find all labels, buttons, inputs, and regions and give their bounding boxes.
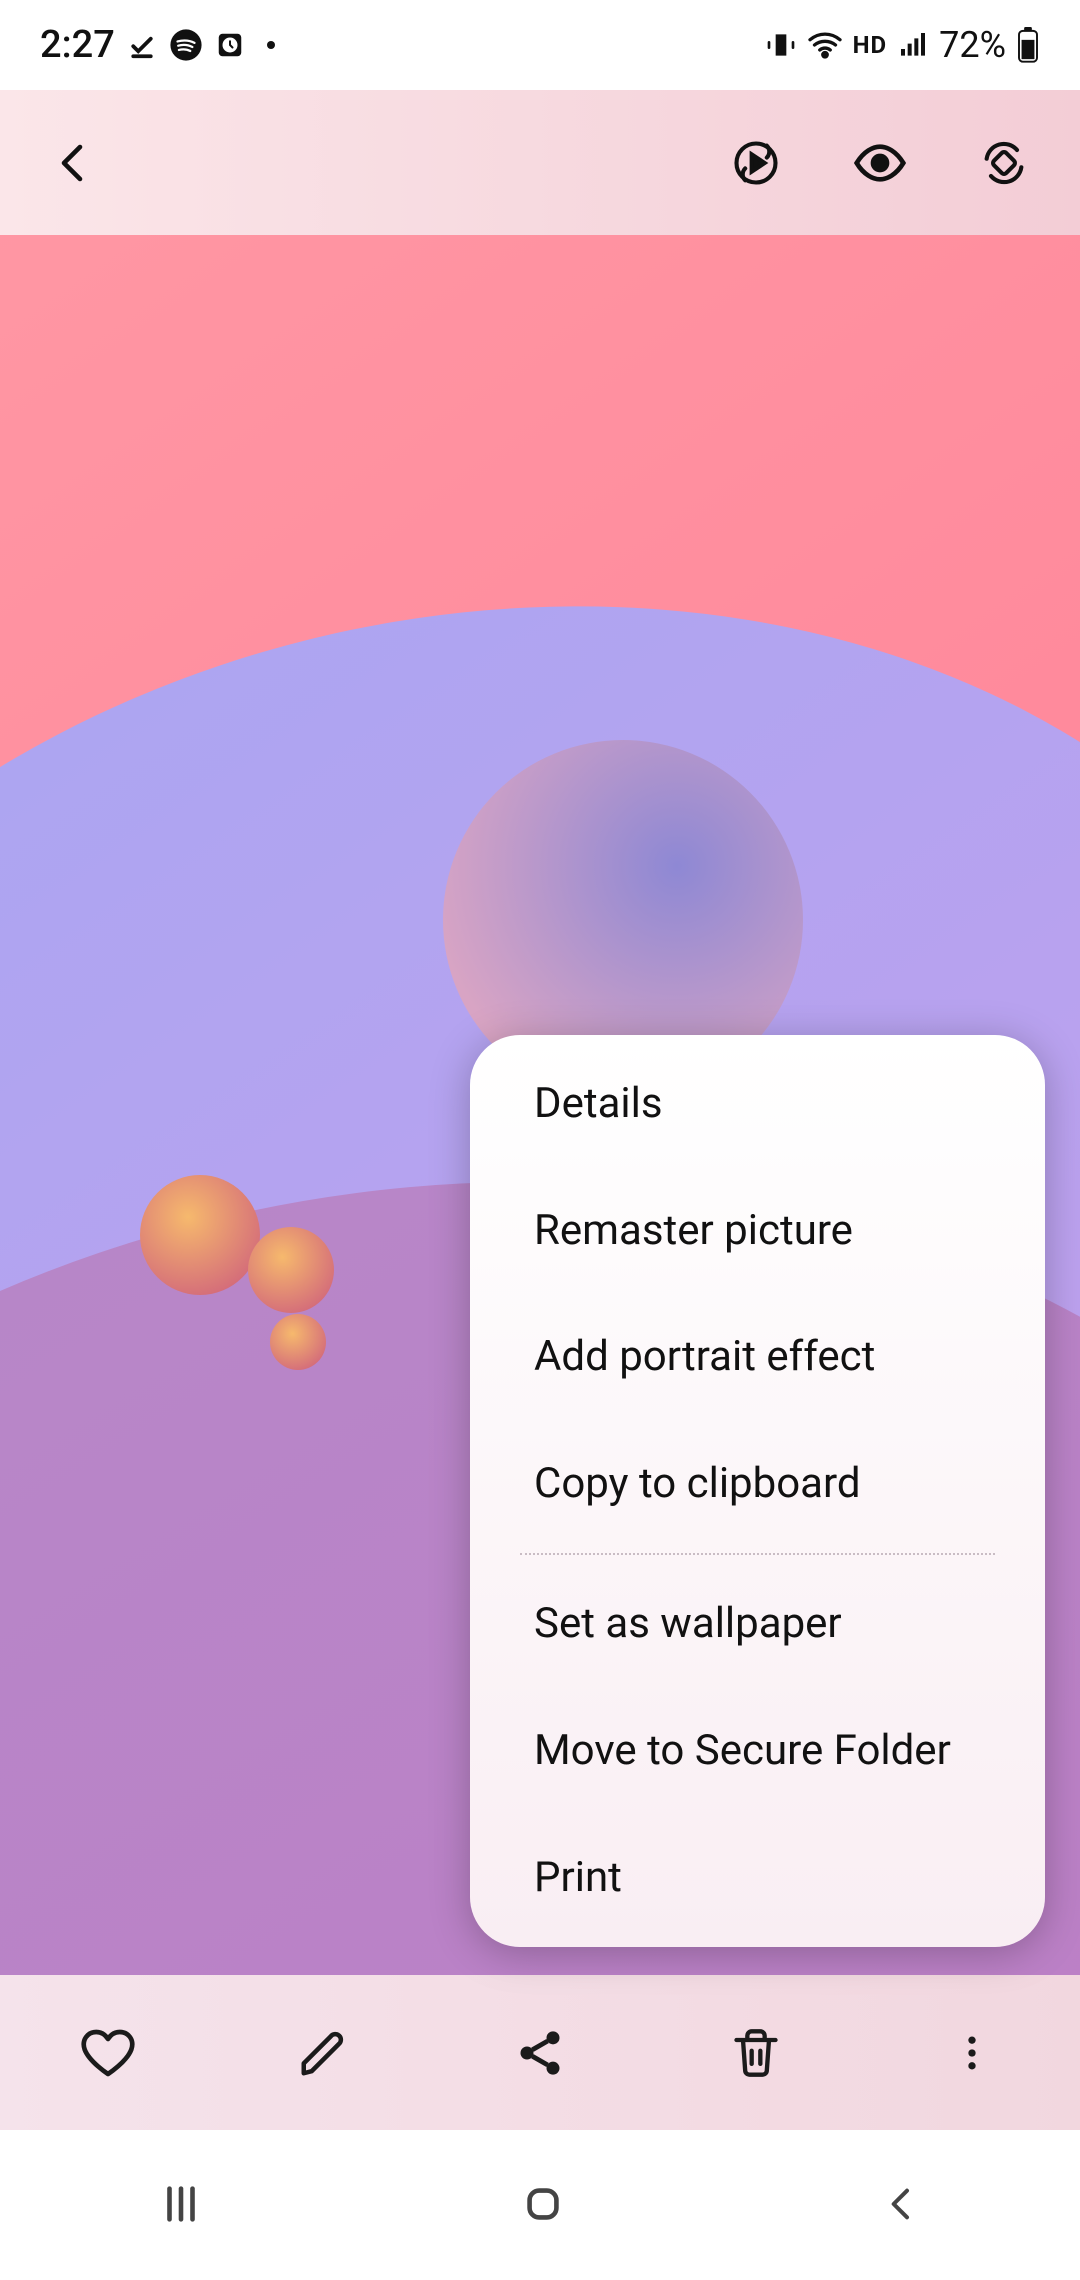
recents-button[interactable] [108,2165,254,2246]
edit-button[interactable] [264,1993,384,2113]
menu-print[interactable]: Print [470,1815,1045,1942]
menu-copy-to-clipboard[interactable]: Copy to clipboard [470,1421,1045,1548]
system-navigation-bar [0,2130,1080,2280]
battery-icon [1016,27,1040,63]
vibrate-icon [765,29,797,61]
clock-app-icon [215,30,245,60]
favorite-button[interactable] [48,1993,168,2113]
bottom-action-bar [0,1975,1080,2130]
menu-set-as-wallpaper[interactable]: Set as wallpaper [470,1561,1045,1688]
bixby-vision-button[interactable] [842,125,918,201]
cellular-signal-icon [897,29,929,61]
more-notifications-dot-icon [267,41,275,49]
status-left: 2:27 [40,23,275,67]
back-button[interactable] [40,129,108,197]
menu-divider [520,1553,995,1555]
gallery-top-bar [0,90,1080,235]
home-button[interactable] [470,2165,616,2246]
menu-move-to-secure-folder[interactable]: Move to Secure Folder [470,1688,1045,1815]
hd-icon: HD [853,31,888,59]
spotify-icon [169,28,203,62]
status-bar: 2:27 HD 72% [0,0,1080,90]
auto-rotate-button[interactable] [968,127,1040,199]
more-options-button[interactable] [912,1993,1032,2113]
share-button[interactable] [480,1993,600,2113]
menu-add-portrait-effect[interactable]: Add portrait effect [470,1294,1045,1421]
battery-percentage: 72% [939,24,1006,66]
status-time: 2:27 [40,23,115,67]
delete-button[interactable] [696,1993,816,2113]
more-options-menu: Details Remaster picture Add portrait ef… [470,1035,1045,1947]
smartthings-send-button[interactable] [720,127,792,199]
menu-remaster-picture[interactable]: Remaster picture [470,1168,1045,1295]
back-nav-button[interactable] [832,2168,972,2243]
status-right: HD 72% [765,24,1040,66]
menu-details[interactable]: Details [470,1041,1045,1168]
wifi-icon [807,27,843,63]
download-done-icon [127,30,157,60]
